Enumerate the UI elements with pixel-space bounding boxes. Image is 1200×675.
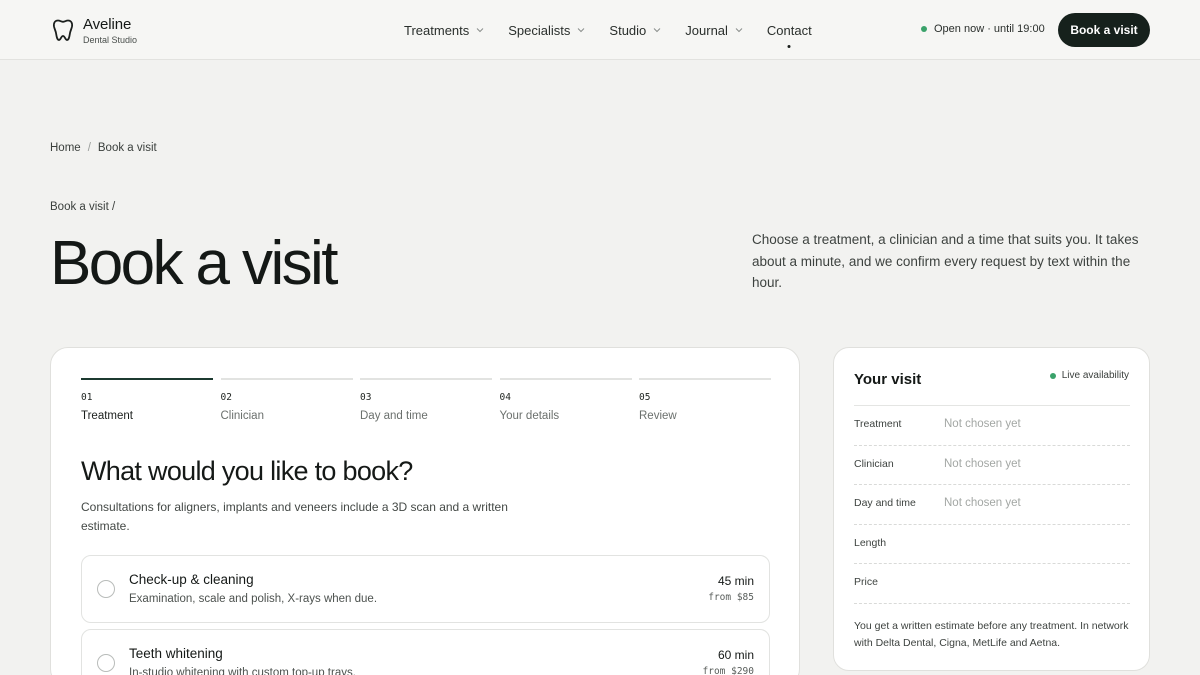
option-price: from $85 — [708, 592, 754, 603]
opening-status: Open now · until 19:00 — [921, 23, 1045, 35]
nav-item-treatments[interactable]: Treatments — [404, 23, 484, 38]
summary-row-day-time: Day and time Not chosen yet — [854, 484, 1130, 524]
live-dot-icon — [1049, 372, 1056, 379]
summary-label: Treatment — [854, 418, 902, 430]
nav-item-studio[interactable]: Studio — [609, 23, 661, 38]
step-number: 01 — [81, 392, 93, 403]
step-day-time[interactable]: 03 Day and time — [360, 378, 492, 422]
hero-eyebrow: Book a visit / — [50, 201, 116, 213]
nav-item-specialists[interactable]: Specialists — [508, 23, 585, 38]
step-review[interactable]: 05 Review — [639, 378, 771, 422]
option-name: Teeth whitening — [129, 646, 223, 661]
summary-row-price: Price — [854, 563, 1130, 603]
chevron-down-icon — [653, 28, 661, 33]
booking-description: Consultations for aligners, implants and… — [81, 500, 508, 533]
summary-label: Length — [854, 536, 887, 549]
summary-row-length: Length — [854, 523, 1130, 564]
chevron-down-icon — [735, 28, 743, 33]
page-title: Book a visit — [50, 229, 338, 298]
summary-row-clinician: Clinician Not chosen yet — [854, 444, 1130, 485]
option-duration: 45 min — [717, 574, 754, 588]
step-details[interactable]: 04 Your details — [499, 378, 632, 422]
summary-value: Not chosen yet — [944, 497, 1021, 509]
summary-label: Day and time — [854, 497, 916, 509]
step-treatment[interactable]: 01 Treatment — [81, 378, 213, 422]
step-progress: 01 Treatment 02 Clinician 03 Day and tim… — [81, 378, 771, 422]
step-label: Review — [639, 410, 677, 422]
nav-label: Treatments — [404, 22, 470, 38]
site-header: Aveline Dental Studio Treatments Special… — [0, 0, 1200, 60]
live-availability: Live availability — [1049, 370, 1129, 381]
step-label: Treatment — [81, 410, 133, 422]
option-price: from $290 — [702, 666, 754, 675]
nav-item-contact[interactable]: Contact — [767, 23, 812, 38]
nav-label: Studio — [609, 22, 647, 38]
step-label: Clinician — [220, 410, 264, 422]
step-number: 04 — [499, 392, 511, 403]
summary-label: Price — [854, 576, 878, 588]
tooth-icon — [52, 19, 74, 41]
summary-value: Not chosen yet — [944, 457, 1021, 470]
option-duration: 60 min — [717, 648, 754, 662]
step-label: Day and time — [360, 410, 428, 422]
brand-name: Aveline — [83, 16, 132, 33]
nav-item-journal[interactable]: Journal — [685, 23, 743, 38]
visit-summary: Your visit Live availability Treatment N… — [833, 347, 1150, 671]
summary-rows: Treatment Not chosen yet Clinician Not c… — [854, 405, 1130, 603]
option-description: Examination, scale and polish, X-rays wh… — [129, 593, 378, 605]
option-name: Check-up & cleaning — [129, 572, 254, 587]
step-number: 02 — [220, 392, 232, 403]
booking-title: What would you like to book? — [81, 456, 413, 486]
chevron-down-icon — [476, 28, 484, 33]
status-dot-icon — [921, 26, 927, 32]
option-description: In-studio whitening with custom top-up t… — [129, 667, 356, 675]
brand-logo[interactable]: Aveline Dental Studio — [52, 16, 137, 47]
nav-label: Contact — [766, 22, 812, 38]
breadcrumb-home[interactable]: Home — [50, 142, 81, 154]
breadcrumb-separator: / — [87, 142, 91, 154]
radio-button[interactable] — [97, 580, 115, 598]
breadcrumb: Home / Book a visit — [50, 142, 157, 154]
live-label: Live availability — [1061, 370, 1129, 381]
summary-label: Clinician — [854, 457, 894, 470]
step-bar — [360, 378, 492, 380]
summary-title: Your visit — [854, 371, 922, 388]
step-number: 05 — [639, 392, 651, 403]
radio-button[interactable] — [97, 654, 115, 672]
estimate-note: You get a written estimate before any tr… — [854, 603, 1130, 652]
step-number: 03 — [360, 392, 372, 403]
step-label: Your details — [499, 410, 560, 422]
main-nav: Treatments Specialists Studio Journal Co… — [404, 0, 836, 60]
step-bar — [81, 378, 213, 380]
brand-subtitle: Dental Studio — [83, 35, 138, 45]
chevron-down-icon — [578, 28, 585, 33]
booking-card: 01 Treatment 02 Clinician 03 Day and tim… — [50, 347, 800, 675]
breadcrumb-current: Book a visit — [97, 142, 157, 154]
status-text: Open now · until 19:00 — [934, 23, 1045, 35]
hero-description: Choose a treatment, a clinician and a ti… — [752, 232, 1139, 290]
treatment-option-checkup[interactable]: Check-up & cleaning Examination, scale a… — [81, 555, 770, 623]
nav-label: Specialists — [508, 22, 571, 38]
step-bar — [499, 378, 632, 380]
book-visit-button[interactable]: Book a visit — [1058, 13, 1150, 47]
nav-label: Journal — [685, 22, 728, 38]
step-bar — [220, 378, 353, 380]
step-bar — [639, 378, 771, 380]
summary-row-treatment: Treatment Not chosen yet — [854, 405, 1130, 445]
step-clinician[interactable]: 02 Clinician — [220, 378, 353, 422]
summary-value: Not chosen yet — [944, 418, 1021, 430]
treatment-option-whitening[interactable]: Teeth whitening In-studio whitening with… — [81, 629, 770, 675]
